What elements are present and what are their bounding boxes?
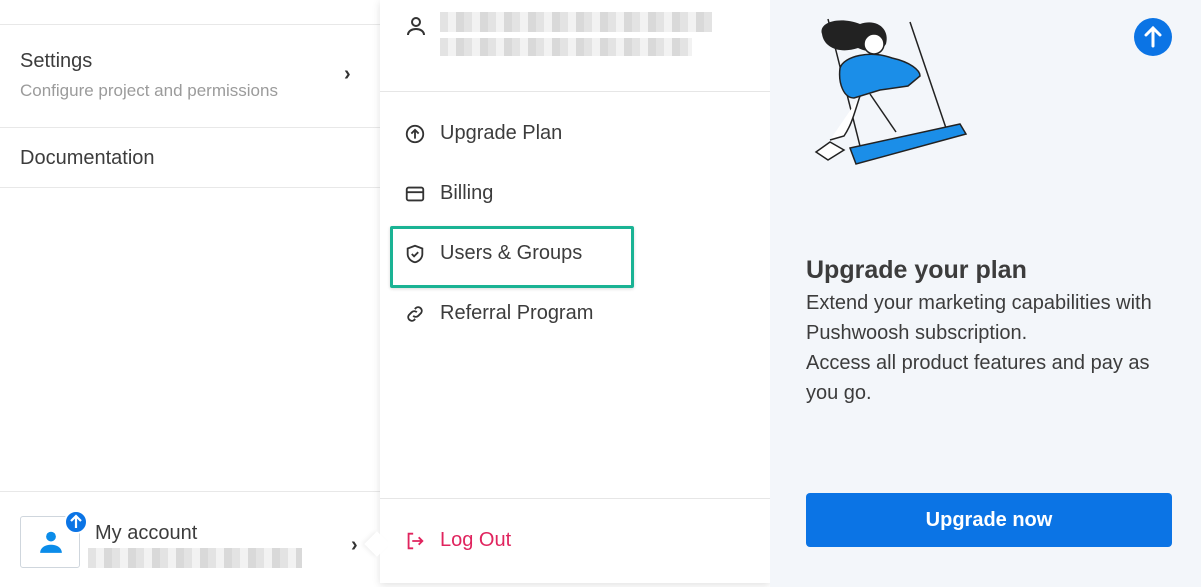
upgrade-promo-panel: Upgrade your plan Extend your marketing … [770,0,1201,587]
user-name-redacted [440,12,712,32]
menu-item-referral-program[interactable]: Referral Program [380,292,770,336]
logout-label: Log Out [440,529,512,551]
promo-body-line1: Extend your marketing capabilities with … [806,292,1152,344]
account-menu: Upgrade Plan Billing Users & Groups Refe… [380,0,770,583]
menu-item-label: Users & Groups [440,242,583,264]
account-button[interactable]: My account › [0,492,380,587]
sidebar-item-documentation[interactable]: Documentation [0,128,380,187]
sidebar-item-settings[interactable]: Settings Configure project and permissio… [0,25,380,127]
divider [380,498,770,499]
upgrade-now-button[interactable]: Upgrade now [806,493,1172,547]
account-email-redacted [88,548,302,568]
menu-item-label: Referral Program [440,302,594,324]
chevron-right-icon: › [344,63,351,85]
swing-illustration [814,18,968,165]
menu-item-billing[interactable]: Billing [380,172,770,216]
user-icon [407,17,425,36]
promo-title: Upgrade your plan [806,256,1027,284]
divider [0,187,380,188]
settings-title: Settings [20,50,93,72]
logout-icon [407,532,424,550]
upgrade-badge-icon [64,510,88,534]
credit-card-icon [405,186,425,202]
menu-item-users-groups[interactable]: Users & Groups [380,226,770,288]
account-name: My account [95,522,198,544]
menu-item-label: Upgrade Plan [440,122,563,144]
promo-body-line2: Access all product features and pay as y… [806,352,1150,404]
arrow-up-circle-icon [405,124,425,144]
divider [380,91,770,92]
logout-button[interactable]: Log Out [380,519,770,563]
menu-item-upgrade-plan[interactable]: Upgrade Plan [380,112,770,156]
shield-check-icon [406,244,424,264]
menu-item-label: Billing [440,182,494,204]
upgrade-icon [1134,18,1172,56]
documentation-title: Documentation [20,147,155,169]
link-icon [407,306,423,322]
user-email-redacted [440,38,692,56]
sidebar: Settings Configure project and permissio… [0,0,380,587]
user-icon [40,531,62,553]
settings-subtitle: Configure project and permissions [20,81,278,100]
chevron-right-icon: › [351,534,358,556]
